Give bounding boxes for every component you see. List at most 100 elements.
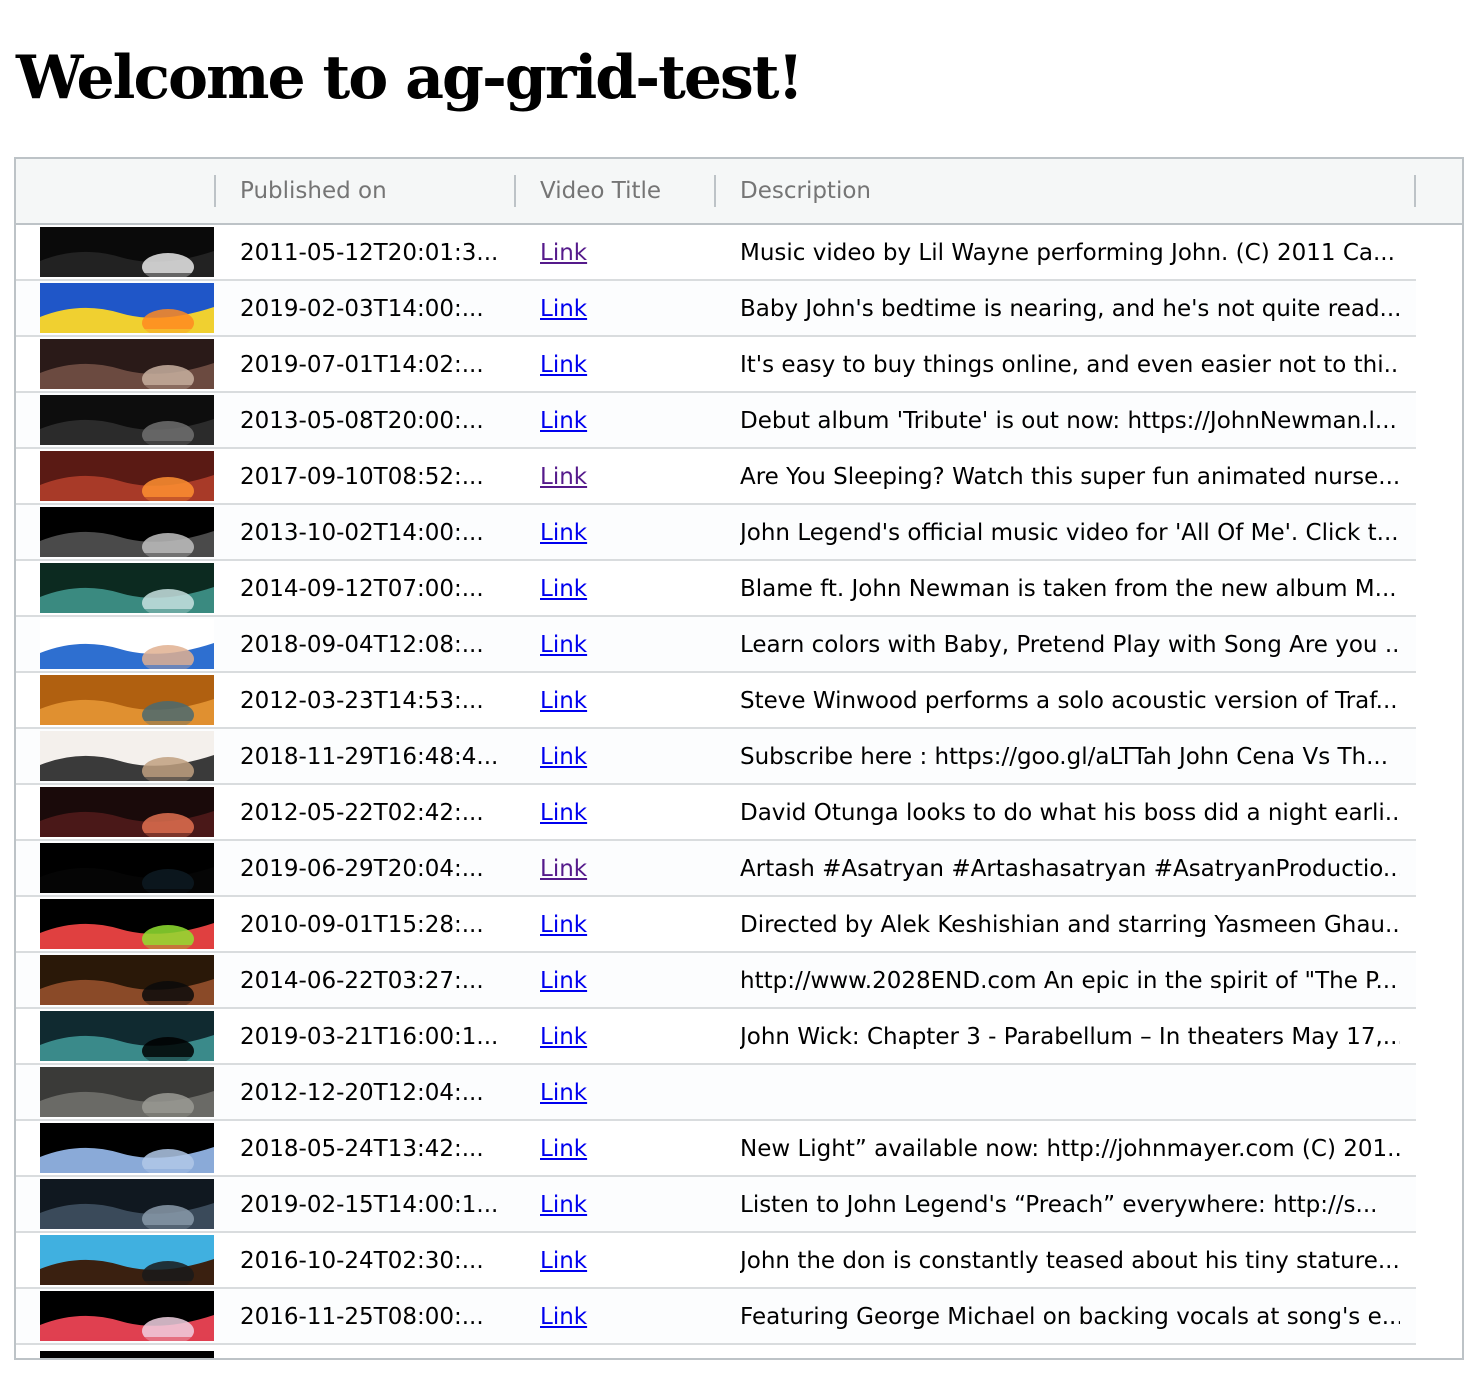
video-title-cell: Link [540, 505, 690, 559]
header-video-title[interactable]: Video Title [540, 159, 661, 223]
video-title-cell: Link [540, 897, 690, 951]
video-link[interactable]: Link [540, 800, 587, 826]
video-link[interactable]: Link [540, 520, 587, 546]
video-thumbnail [40, 227, 214, 277]
published-on-cell: 2013-05-08T20:00:... [240, 408, 484, 434]
video-title-cell: Link [540, 337, 690, 391]
table-row[interactable]: 2016-11-25T08:00:... Link Featuring George… [16, 1289, 1416, 1345]
published-on-cell: 2019-03-21T16:00:1... [240, 1024, 499, 1050]
column-resize-handle[interactable] [1414, 175, 1416, 207]
table-row[interactable]: 2012-03-23T14:53:... Link Steve Winwood pe… [16, 673, 1416, 729]
published-on-cell: 2016-11-25T08:00:... [240, 1304, 484, 1330]
video-link[interactable]: Link [540, 744, 587, 770]
video-link[interactable]: Link [540, 1080, 587, 1106]
video-title-cell: Link [540, 1177, 690, 1231]
published-on-cell: 2014-06-22T03:27:... [240, 968, 484, 994]
table-row[interactable]: 2010-09-01T15:28:... Link Directed by Alek… [16, 897, 1416, 953]
table-row[interactable]: 2019-07-01T14:02:... Link It's easy to buy… [16, 337, 1416, 393]
video-link[interactable]: Link [540, 1136, 587, 1162]
published-on-cell: 2019-02-15T14:00:1... [240, 1192, 499, 1218]
description-cell: Artash #Asatryan #Artashasatryan #Asatry… [740, 856, 1400, 882]
video-link[interactable]: Link [540, 240, 587, 266]
video-link[interactable]: Link [540, 464, 587, 490]
video-link[interactable]: Link [540, 1248, 587, 1274]
video-thumbnail [40, 283, 214, 333]
video-link[interactable]: Link [540, 968, 587, 994]
table-row[interactable]: 2018-11-29T16:48:4... Link Subscribe here … [16, 729, 1416, 785]
table-row[interactable]: 2014-09-12T07:00:... Link Blame ft. John N… [16, 561, 1416, 617]
table-row[interactable]: 2016-10-24T02:30:... Link John the don is … [16, 1233, 1416, 1289]
table-row[interactable]: 2018-09-04T12:08:... Link Learn colors wit… [16, 617, 1416, 673]
description-cell: New Light” available now: http://johnmay… [740, 1136, 1400, 1162]
published-on-cell: 2018-11-29T16:48:4... [240, 744, 499, 770]
description-cell: John Wick: Chapter 3 - Parabellum – In t… [740, 1024, 1400, 1050]
description-cell: Baby John's bedtime is nearing, and he's… [740, 296, 1400, 322]
header-description[interactable]: Description [740, 159, 871, 223]
published-on-cell: 2011-05-12T20:01:3... [240, 240, 499, 266]
published-on-cell: 2012-12-20T12:04:... [240, 1080, 484, 1106]
video-link[interactable]: Link [540, 296, 587, 322]
description-cell: David Otunga looks to do what his boss d… [740, 800, 1400, 826]
video-thumbnail [40, 451, 214, 501]
thumbnail-partial [40, 1351, 214, 1358]
video-link[interactable]: Link [540, 912, 587, 938]
description-cell: Subscribe here : https://goo.gl/aLTTah J… [740, 744, 1389, 770]
grid-header: Published on Video Title Description [16, 159, 1462, 225]
table-row[interactable]: 2012-12-20T12:04:... Link [16, 1065, 1416, 1121]
video-thumbnail [40, 1123, 214, 1173]
column-resize-handle[interactable] [214, 175, 216, 207]
video-title-cell: Link [540, 449, 690, 503]
table-row[interactable]: 2018-05-24T13:42:... Link New Light” avail… [16, 1121, 1416, 1177]
published-on-cell: 2019-02-03T14:00:... [240, 296, 484, 322]
video-link[interactable]: Link [540, 576, 587, 602]
description-cell: Blame ft. John Newman is taken from the … [740, 576, 1397, 602]
published-on-cell: 2012-05-22T02:42:... [240, 800, 484, 826]
video-title-cell: Link [540, 673, 690, 727]
column-resize-handle[interactable] [714, 175, 716, 207]
published-on-cell: 2012-03-23T14:53:... [240, 688, 484, 714]
table-row[interactable]: 2011-05-12T20:01:3... Link Music video by … [16, 225, 1416, 281]
video-link[interactable]: Link [540, 632, 587, 658]
published-on-cell: 2019-07-01T14:02:... [240, 352, 484, 378]
video-title-cell: Link [540, 953, 690, 1007]
video-thumbnail [40, 563, 214, 613]
description-cell: John the don is constantly teased about … [740, 1248, 1400, 1274]
video-link[interactable]: Link [540, 1024, 587, 1050]
description-cell: John Legend's official music video for '… [740, 520, 1399, 546]
header-published-on[interactable]: Published on [240, 159, 387, 223]
video-link[interactable]: Link [540, 856, 587, 882]
table-row[interactable]: 2019-02-03T14:00:... Link Baby John's bedt… [16, 281, 1416, 337]
video-title-cell: Link [540, 1009, 690, 1063]
video-link[interactable]: Link [540, 1304, 587, 1330]
video-link[interactable]: Link [540, 688, 587, 714]
video-thumbnail [40, 955, 214, 1005]
description-cell: Featuring George Michael on backing voca… [740, 1304, 1400, 1330]
published-on-cell: 2016-10-24T02:30:... [240, 1248, 484, 1274]
description-cell: Are You Sleeping? Watch this super fun a… [740, 464, 1400, 490]
table-row[interactable]: 2013-10-02T14:00:... Link John Legend's of… [16, 505, 1416, 561]
video-title-cell: Link [540, 1233, 690, 1287]
table-row[interactable]: 2013-05-08T20:00:... Link Debut album 'Tri… [16, 393, 1416, 449]
video-thumbnail [40, 731, 214, 781]
table-row[interactable]: 2019-03-21T16:00:1... Link John Wick: Chap… [16, 1009, 1416, 1065]
published-on-cell: 2017-09-10T08:52:... [240, 464, 484, 490]
video-link[interactable]: Link [540, 1192, 587, 1218]
published-on-cell: 2014-09-12T07:00:... [240, 576, 484, 602]
description-cell: http://www.2028END.com An epic in the sp… [740, 968, 1398, 994]
column-resize-handle[interactable] [514, 175, 516, 207]
published-on-cell: 2019-06-29T20:04:... [240, 856, 484, 882]
table-row[interactable]: 2019-06-29T20:04:... Link Artash #Asatryan… [16, 841, 1416, 897]
table-row[interactable]: 2012-05-22T02:42:... Link David Otunga loo… [16, 785, 1416, 841]
table-row[interactable]: 2019-02-15T14:00:1... Link Listen to John … [16, 1177, 1416, 1233]
video-thumbnail [40, 619, 214, 669]
table-row[interactable]: 2017-09-10T08:52:... Link Are You Sleeping… [16, 449, 1416, 505]
video-thumbnail [40, 1235, 214, 1285]
video-thumbnail [40, 1291, 214, 1341]
table-row[interactable]: 2014-06-22T03:27:... Link http://www.2028E… [16, 953, 1416, 1009]
published-on-cell: 2010-09-01T15:28:... [240, 912, 484, 938]
video-link[interactable]: Link [540, 408, 587, 434]
description-cell: Directed by Alek Keshishian and starring… [740, 912, 1400, 938]
description-cell [740, 1065, 1400, 1119]
video-link[interactable]: Link [540, 352, 587, 378]
video-title-cell: Link [540, 729, 690, 783]
